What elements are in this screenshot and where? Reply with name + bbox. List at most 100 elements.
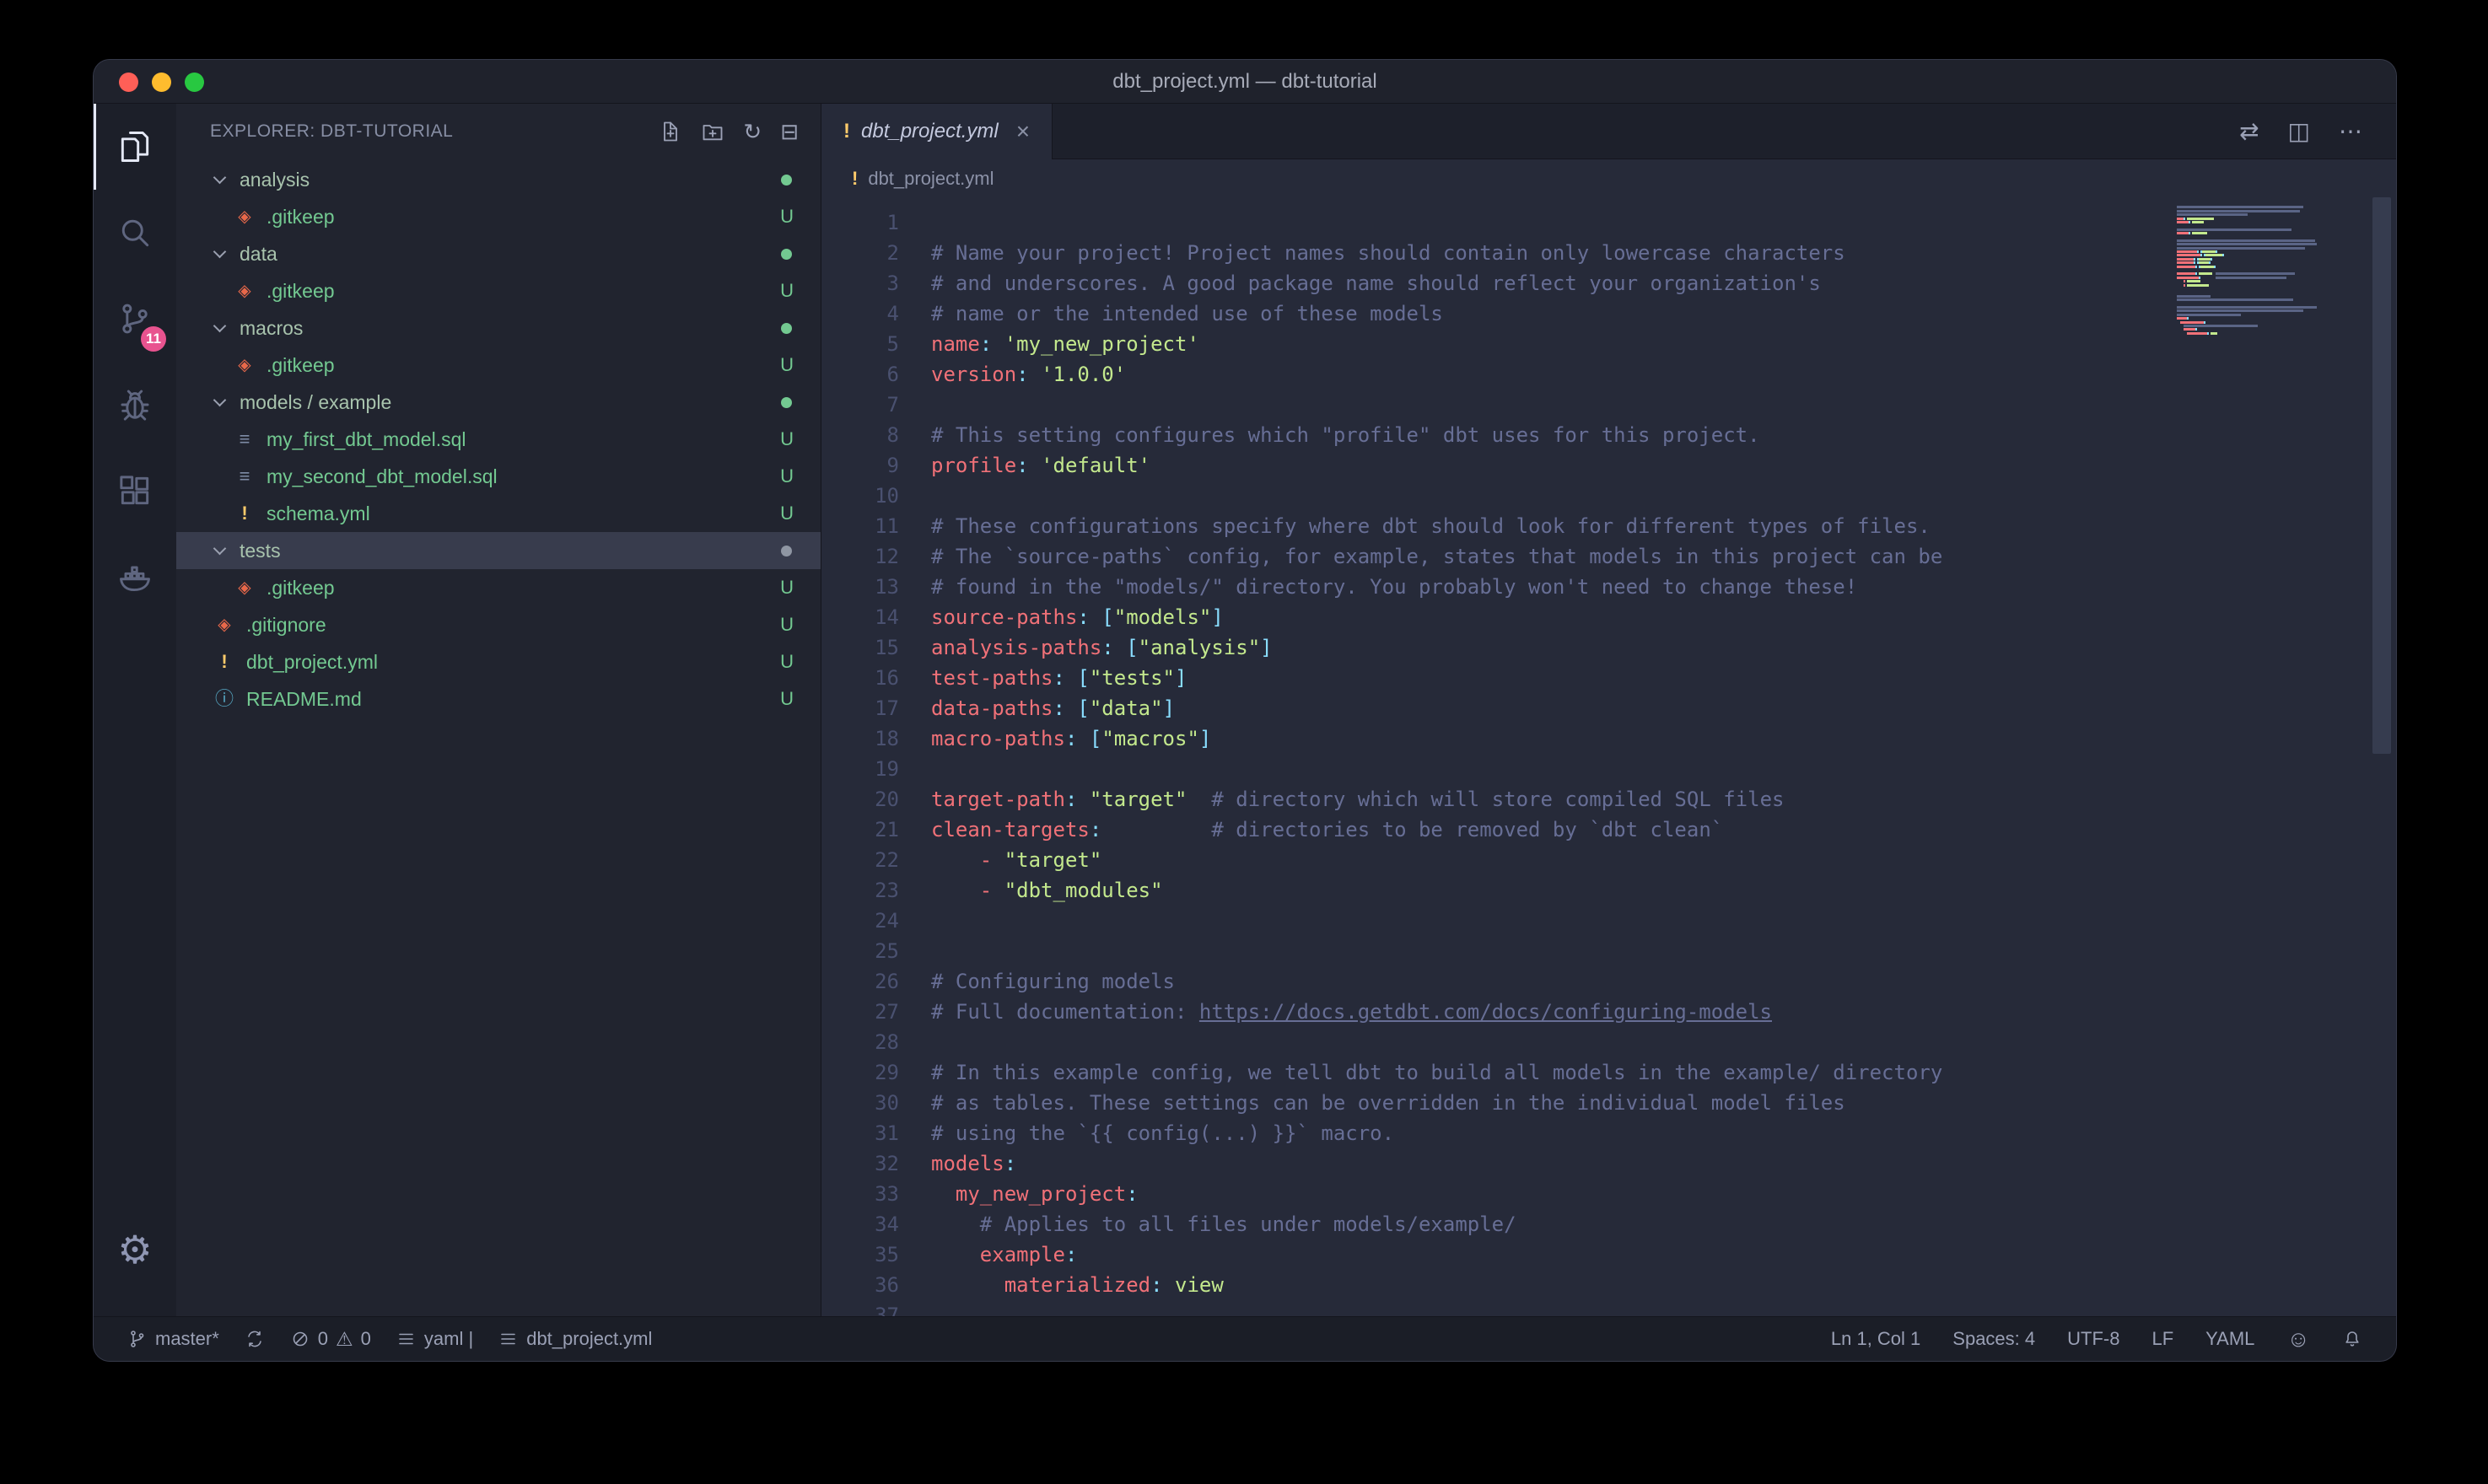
line-number: 33 (821, 1179, 899, 1209)
refresh-icon[interactable]: ↻ (743, 121, 762, 142)
code-editor[interactable]: 1234567891011121314151617181920212223242… (821, 197, 2396, 1316)
tree-item-label: .gitkeep (267, 280, 335, 303)
bell-icon (2342, 1329, 2362, 1349)
tree-file-schema-yml[interactable]: !schema.ymlU (176, 495, 821, 532)
collapse-all-icon[interactable]: ⊟ (780, 121, 799, 142)
file-tree: analysis◈.gitkeepUdata◈.gitkeepUmacros◈.… (176, 159, 821, 1316)
tree-file-gitkeep[interactable]: ◈.gitkeepU (176, 272, 821, 309)
notifications-bell-icon[interactable] (2342, 1329, 2362, 1349)
status-bar: master* 0 ⚠ 0 yaml | (94, 1316, 2396, 1361)
errors-icon (290, 1329, 310, 1349)
code-line: models: (931, 1148, 2396, 1179)
git-untracked-badge: U (780, 280, 794, 302)
line-number: 19 (821, 754, 899, 784)
problems-indicator[interactable]: 0 ⚠ 0 (290, 1328, 371, 1350)
breadcrumb[interactable]: ! dbt_project.yml (821, 159, 2396, 197)
modified-warning-icon: ! (843, 120, 850, 143)
code-line: # This setting configures which "profile… (931, 420, 2396, 450)
open-changes-icon[interactable]: ⇄ (2239, 117, 2259, 145)
git-untracked-badge: U (780, 465, 794, 487)
tree-item-label: macros (240, 317, 303, 340)
line-number: 32 (821, 1148, 899, 1179)
line-number: 29 (821, 1057, 899, 1088)
list-icon (498, 1329, 519, 1349)
explorer-header: EXPLORER: DBT-TUTORIAL ↻ ⊟ (176, 104, 821, 159)
more-actions-icon[interactable]: ⋯ (2339, 117, 2362, 145)
tree-file-dbt-project-yml[interactable]: !dbt_project.ymlU (176, 643, 821, 680)
yaml-extension-status[interactable]: yaml | (396, 1328, 473, 1350)
chevron-down-icon (213, 171, 227, 185)
tree-folder-data[interactable]: data (176, 235, 821, 272)
branch-indicator[interactable]: master* (127, 1328, 219, 1350)
line-number: 28 (821, 1027, 899, 1057)
explorer-title: EXPLORER: DBT-TUTORIAL (210, 121, 453, 142)
git-file-icon: ◈ (234, 357, 256, 374)
indentation-indicator[interactable]: Spaces: 4 (1952, 1328, 2035, 1350)
activity-docker[interactable] (94, 534, 176, 620)
code-line: target-path: "target" # directory which … (931, 784, 2396, 815)
close-tab-icon[interactable]: × (1016, 120, 1030, 143)
tree-file-gitignore[interactable]: ◈.gitignoreU (176, 606, 821, 643)
activity-extensions[interactable] (94, 448, 176, 534)
line-number: 27 (821, 997, 899, 1027)
code-content: # Name your project! Project names shoul… (931, 197, 2396, 1316)
branch-icon (127, 1329, 148, 1349)
code-line: macro-paths: ["macros"] (931, 723, 2396, 754)
line-number: 3 (821, 268, 899, 298)
line-number: 13 (821, 572, 899, 602)
active-file-status[interactable]: dbt_project.yml (498, 1328, 652, 1350)
git-file-icon: ◈ (234, 208, 256, 225)
tree-folder-macros[interactable]: macros (176, 309, 821, 347)
tree-file-gitkeep[interactable]: ◈.gitkeepU (176, 569, 821, 606)
code-line (931, 936, 2396, 966)
cursor-position[interactable]: Ln 1, Col 1 (1831, 1328, 1920, 1350)
tree-folder-tests[interactable]: tests (176, 532, 821, 569)
code-line: # In this example config, we tell dbt to… (931, 1057, 2396, 1088)
sync-button[interactable] (245, 1329, 265, 1349)
activity-settings[interactable]: ⚙ (94, 1207, 176, 1293)
language-mode[interactable]: YAML (2205, 1328, 2254, 1350)
chevron-down-icon (213, 320, 227, 333)
activity-explorer[interactable] (94, 104, 176, 190)
git-file-icon: ◈ (213, 616, 235, 633)
tree-folder-models-example[interactable]: models / example (176, 384, 821, 421)
split-editor-icon[interactable]: ◫ (2288, 117, 2310, 145)
activity-debug[interactable] (94, 362, 176, 448)
minimize-window-button[interactable] (152, 73, 171, 92)
sync-icon (245, 1329, 265, 1349)
tree-file-gitkeep[interactable]: ◈.gitkeepU (176, 198, 821, 235)
tree-item-label: my_first_dbt_model.sql (267, 428, 466, 451)
git-untracked-badge: U (780, 428, 794, 450)
code-line: # Applies to all files under models/exam… (931, 1209, 2396, 1239)
search-icon (116, 214, 153, 251)
eol-indicator[interactable]: LF (2151, 1328, 2173, 1350)
code-line: my_new_project: (931, 1179, 2396, 1209)
code-line: analysis-paths: ["analysis"] (931, 632, 2396, 663)
activity-source-control[interactable]: 11 (94, 276, 176, 362)
extensions-icon (116, 472, 153, 509)
code-line: # as tables. These settings can be overr… (931, 1088, 2396, 1118)
tab-dbt-project-yml[interactable]: ! dbt_project.yml × (821, 104, 1053, 159)
new-folder-icon[interactable] (701, 120, 724, 143)
zoom-window-button[interactable] (185, 73, 204, 92)
tree-file-my-second-dbt-model-sql[interactable]: ≡my_second_dbt_model.sqlU (176, 458, 821, 495)
code-line (931, 906, 2396, 936)
close-window-button[interactable] (119, 73, 138, 92)
code-line: # Configuring models (931, 966, 2396, 997)
sql-file-icon: ≡ (234, 430, 256, 449)
tree-file-gitkeep[interactable]: ◈.gitkeepU (176, 347, 821, 384)
tree-file-my-first-dbt-model-sql[interactable]: ≡ my_first_dbt_model.sql U (176, 421, 821, 458)
tab-bar: ! dbt_project.yml × ⇄ ◫ ⋯ (821, 104, 2396, 159)
encoding-indicator[interactable]: UTF-8 (2067, 1328, 2119, 1350)
activity-search[interactable] (94, 190, 176, 276)
feedback-smiley-icon[interactable]: ☺ (2286, 1328, 2310, 1351)
tree-file-readme-md[interactable]: ⓘREADME.mdU (176, 680, 821, 718)
new-file-icon[interactable] (659, 120, 682, 143)
tree-item-label: dbt_project.yml (246, 651, 378, 674)
line-number: 37 (821, 1300, 899, 1316)
code-line: # The `source-paths` config, for example… (931, 541, 2396, 572)
scrollbar-thumb[interactable] (2372, 197, 2391, 754)
minimap[interactable] (2177, 202, 2324, 339)
tree-folder-analysis[interactable]: analysis (176, 161, 821, 198)
vscode-window: dbt_project.yml — dbt-tutorial 11 (93, 59, 2397, 1362)
